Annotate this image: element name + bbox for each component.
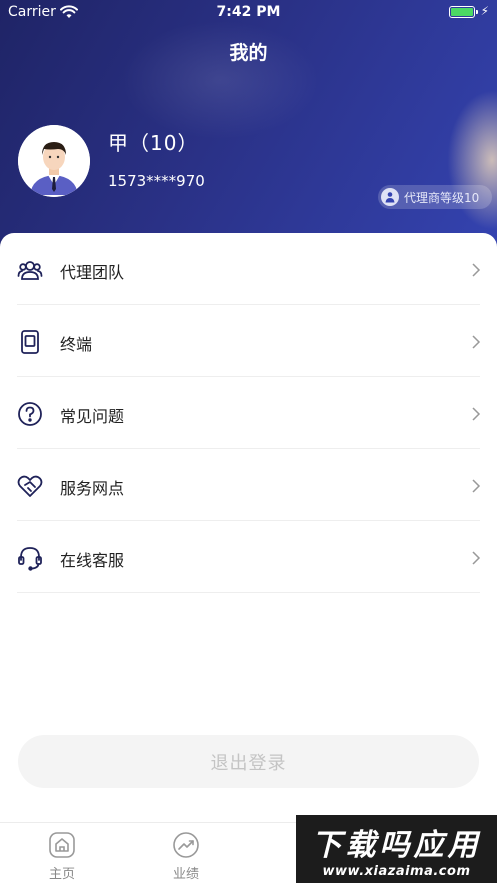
menu-item-label: 在线客服	[60, 551, 125, 570]
tab-label: 业绩	[172, 867, 199, 882]
tab-home[interactable]: 主页	[17, 823, 107, 883]
chevron-right-icon	[472, 335, 481, 349]
logout-button[interactable]: 退出登录	[18, 735, 479, 788]
chevron-right-icon	[472, 263, 481, 277]
agent-level-label: 代理商等级10	[404, 190, 480, 205]
divider	[17, 592, 480, 593]
profile-header: Carrier 7:42 PM ⚡ 我的 甲（10） 1573****970 代…	[0, 0, 497, 250]
avatar[interactable]	[18, 125, 90, 197]
menu-item-label: 代理团队	[60, 263, 125, 282]
battery-icon	[449, 6, 478, 18]
tab-performance[interactable]: 业绩	[141, 823, 231, 883]
user-name: 甲（10）	[108, 131, 199, 155]
chevron-right-icon	[472, 551, 481, 565]
menu-item-label: 常见问题	[60, 407, 125, 426]
menu-item-faq[interactable]: 常见问题	[0, 377, 497, 449]
user-phone: 1573****970	[108, 172, 205, 190]
page-title: 我的	[229, 42, 268, 64]
tab-label: 主页	[48, 867, 75, 882]
status-bar: Carrier 7:42 PM ⚡	[0, 0, 497, 26]
menu-item-online-service[interactable]: 在线客服	[0, 521, 497, 593]
menu-item-terminal[interactable]: 终端	[0, 305, 497, 377]
chevron-right-icon	[472, 407, 481, 421]
question-icon	[18, 402, 42, 426]
menu-item-service-outlets[interactable]: 服务网点	[0, 449, 497, 521]
menu-item-agent-team[interactable]: 代理团队	[0, 233, 497, 305]
avatar-person-icon	[18, 125, 90, 197]
home-icon	[49, 832, 75, 858]
headset-icon	[18, 547, 42, 571]
status-time: 7:42 PM	[216, 4, 281, 20]
handshake-heart-icon	[17, 475, 43, 497]
chevron-right-icon	[472, 479, 481, 493]
agent-level-badge[interactable]: 代理商等级10	[378, 185, 492, 209]
team-icon	[17, 261, 43, 280]
menu-item-label: 服务网点	[60, 479, 125, 498]
menu-item-label: 终端	[60, 335, 93, 354]
terminal-icon	[21, 330, 39, 354]
charging-icon: ⚡	[480, 4, 489, 18]
watermark-title: 下载吗应用	[311, 827, 482, 863]
agent-badge-icon	[381, 188, 399, 206]
watermark-url: www.xiazaima.com	[322, 863, 471, 879]
performance-icon	[173, 832, 199, 858]
header-glow-right	[447, 90, 497, 230]
watermark-logo: 下载吗应用 www.xiazaima.com	[296, 815, 497, 883]
